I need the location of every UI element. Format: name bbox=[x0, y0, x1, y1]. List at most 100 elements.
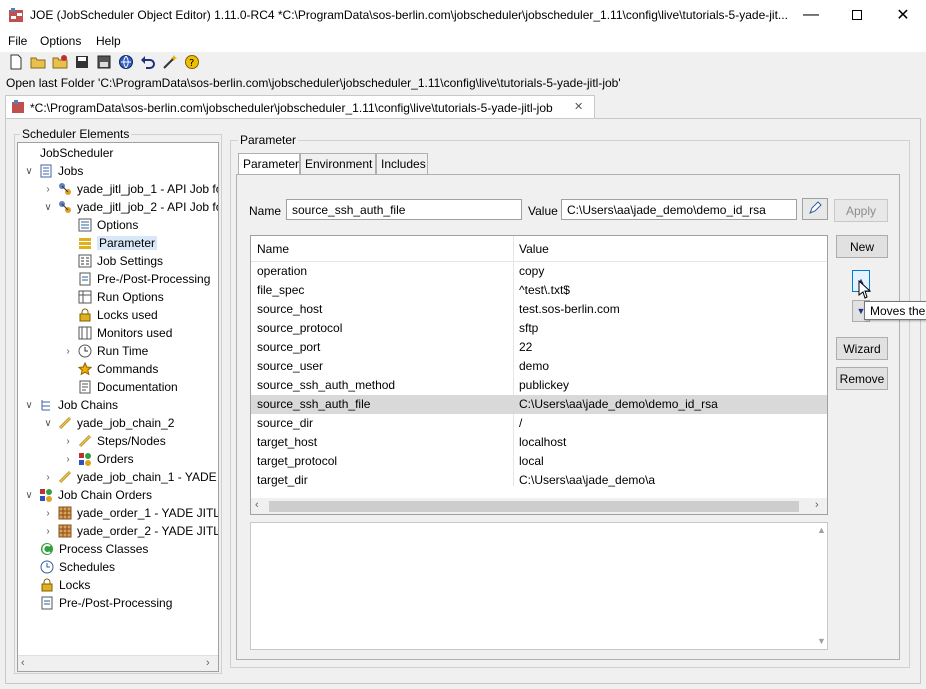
tree-item-job-1[interactable]: › yade_jitl_job_1 - API Job fo bbox=[42, 180, 218, 198]
chevron-down-icon[interactable]: ∨ bbox=[23, 489, 35, 501]
tree-item-order-1[interactable]: › yade_order_1 - YADE JITL C bbox=[42, 504, 218, 522]
new-file-icon[interactable] bbox=[8, 54, 24, 70]
close-button[interactable]: ✕ bbox=[880, 0, 926, 30]
table-row[interactable]: target_dir C:\Users\aa\jade_demo\a bbox=[251, 471, 827, 490]
table-row[interactable]: file_spec ^test\.txt$ bbox=[251, 281, 827, 300]
table-row[interactable]: source_host test.sos-berlin.com bbox=[251, 300, 827, 319]
tree-item-job-settings[interactable]: Job Settings bbox=[78, 252, 163, 270]
tab-parameter[interactable]: Parameter bbox=[238, 153, 300, 174]
column-header-name[interactable]: Name bbox=[257, 242, 289, 256]
tree-item-orders[interactable]: › Orders bbox=[62, 450, 134, 468]
tree-item-job-chain-2[interactable]: ∨ yade_job_chain_2 bbox=[42, 414, 174, 432]
table-row[interactable]: target_host localhost bbox=[251, 433, 827, 452]
menu-options[interactable]: Options bbox=[40, 34, 81, 48]
value-input[interactable]: C:\Users\aa\jade_demo\demo_id_rsa bbox=[561, 199, 797, 220]
chevron-down-icon[interactable]: ∨ bbox=[42, 417, 54, 429]
tab-environment[interactable]: Environment bbox=[300, 153, 376, 174]
table-row[interactable]: source_dir / bbox=[251, 414, 827, 433]
chevron-right-icon[interactable]: › bbox=[42, 507, 54, 519]
help-icon[interactable]: ? bbox=[184, 54, 200, 70]
chevron-right-icon[interactable]: › bbox=[62, 345, 74, 357]
table-row[interactable]: target_protocol local bbox=[251, 452, 827, 471]
table-row[interactable]: source_ssh_auth_file C:\Users\aa\jade_dem… bbox=[251, 395, 827, 414]
cell-value: test.sos-berlin.com bbox=[519, 302, 620, 316]
scroll-left-icon[interactable]: ‹ bbox=[21, 657, 25, 669]
tree-item-process-classes[interactable]: Process Classes bbox=[40, 540, 148, 558]
minimize-button[interactable]: — bbox=[788, 0, 834, 30]
save-as-icon[interactable] bbox=[96, 54, 112, 70]
remove-button[interactable]: Remove bbox=[836, 367, 888, 390]
scheduler-elements-tree[interactable]: JobScheduler ∨ Jobs › yade_jitl_job_1 - … bbox=[17, 142, 219, 672]
tooltip: Moves the bbox=[864, 301, 926, 320]
tree-item-parameter[interactable]: Parameter bbox=[78, 234, 158, 252]
scrollbar-thumb[interactable] bbox=[269, 501, 799, 512]
new-button[interactable]: New bbox=[836, 235, 888, 258]
tree-item-run-time[interactable]: › Run Time bbox=[62, 342, 148, 360]
open-folder-icon[interactable] bbox=[30, 54, 46, 70]
undo-icon[interactable] bbox=[140, 54, 156, 70]
tree-horizontal-scrollbar[interactable]: ‹ › bbox=[18, 655, 218, 671]
scroll-up-icon[interactable]: ▲ bbox=[817, 525, 826, 535]
chevron-right-icon[interactable]: › bbox=[42, 183, 54, 195]
tree-item-run-options[interactable]: Run Options bbox=[78, 288, 164, 306]
chevron-right-icon[interactable]: › bbox=[42, 471, 54, 483]
tree-item-global-pre-post-processing[interactable]: Pre-/Post-Processing bbox=[40, 594, 172, 612]
menu-bar: File Options Help bbox=[0, 30, 926, 52]
table-row[interactable]: source_protocol sftp bbox=[251, 319, 827, 338]
tree-item-documentation[interactable]: Documentation bbox=[78, 378, 178, 396]
wizard-button[interactable]: Wizard bbox=[836, 337, 888, 360]
chevron-down-icon[interactable]: ∨ bbox=[23, 399, 35, 411]
apply-button[interactable]: Apply bbox=[834, 199, 888, 222]
tree-item-locks[interactable]: Locks bbox=[40, 576, 90, 594]
open-remote-icon[interactable] bbox=[52, 54, 68, 70]
pen-icon bbox=[807, 200, 823, 219]
chevron-down-icon[interactable]: ∨ bbox=[23, 165, 35, 177]
table-row[interactable]: source_port 22 bbox=[251, 338, 827, 357]
chevron-right-icon[interactable]: › bbox=[62, 453, 74, 465]
table-row[interactable]: operation copy bbox=[251, 262, 827, 281]
tree-item-steps-nodes[interactable]: › Steps/Nodes bbox=[62, 432, 165, 450]
tree-item-commands[interactable]: Commands bbox=[77, 360, 158, 378]
globe-icon[interactable] bbox=[118, 54, 134, 70]
tree-item-jobscheduler[interactable]: JobScheduler bbox=[40, 144, 113, 162]
table-horizontal-scrollbar[interactable]: ‹ › bbox=[251, 498, 827, 514]
open-last-folder-link[interactable]: Open last Folder 'C:\ProgramData\sos-ber… bbox=[6, 76, 621, 90]
tree-item-locks-used[interactable]: Locks used bbox=[78, 306, 158, 324]
tree-item-pre-post-processing[interactable]: Pre-/Post-Processing bbox=[78, 270, 210, 288]
close-tab-icon[interactable]: ✕ bbox=[574, 100, 583, 113]
tree-item-job-chain-1[interactable]: › yade_job_chain_1 - YADE J bbox=[42, 468, 218, 486]
editor-tab[interactable]: *C:\ProgramData\sos-berlin.com\jobschedu… bbox=[5, 95, 595, 119]
chevron-right-icon[interactable]: › bbox=[42, 525, 54, 537]
scroll-down-icon[interactable]: ▼ bbox=[817, 636, 826, 646]
scroll-left-icon[interactable]: ‹ bbox=[255, 499, 259, 511]
description-textarea[interactable]: ▲ ▼ bbox=[250, 522, 828, 650]
menu-file[interactable]: File bbox=[8, 34, 27, 48]
tree-item-job-chain-orders[interactable]: ∨ Job Chain Orders bbox=[23, 486, 152, 504]
scroll-right-icon[interactable]: › bbox=[815, 499, 819, 511]
edit-value-button[interactable] bbox=[802, 198, 828, 220]
tree-item-label: JobScheduler bbox=[40, 146, 114, 160]
tree-item-options[interactable]: Options bbox=[78, 216, 138, 234]
tree-item-job-2[interactable]: ∨ yade_jitl_job_2 - API Job fo bbox=[42, 198, 218, 216]
chevron-down-icon[interactable]: ∨ bbox=[42, 201, 54, 213]
name-input[interactable]: source_ssh_auth_file bbox=[286, 199, 522, 220]
tree-item-label: Run Time bbox=[97, 344, 149, 358]
parameter-table[interactable]: Name Value operation copy file_spec ^test\.… bbox=[250, 235, 828, 515]
cell-name: target_host bbox=[257, 435, 318, 449]
tree-item-monitors-used[interactable]: Monitors used bbox=[78, 324, 172, 342]
table-row[interactable]: source_user demo bbox=[251, 357, 827, 376]
tree-item-jobs[interactable]: ∨ Jobs bbox=[23, 162, 83, 180]
column-header-value[interactable]: Value bbox=[519, 242, 549, 256]
tree-item-schedules[interactable]: Schedules bbox=[40, 558, 115, 576]
tree-item-job-chains[interactable]: ∨ Job Chains bbox=[23, 396, 118, 414]
scroll-right-icon[interactable]: › bbox=[206, 657, 210, 669]
table-row[interactable]: source_ssh_auth_method publickey bbox=[251, 376, 827, 395]
tab-includes[interactable]: Includes bbox=[376, 153, 428, 174]
save-icon[interactable] bbox=[74, 54, 90, 70]
menu-help[interactable]: Help bbox=[96, 34, 121, 48]
maximize-button[interactable] bbox=[834, 0, 880, 30]
chevron-right-icon[interactable]: › bbox=[62, 435, 74, 447]
tree-item-order-2[interactable]: › yade_order_2 - YADE JITL C bbox=[42, 522, 218, 540]
wizard-tool-icon[interactable] bbox=[162, 54, 178, 70]
order-icon bbox=[58, 524, 72, 538]
